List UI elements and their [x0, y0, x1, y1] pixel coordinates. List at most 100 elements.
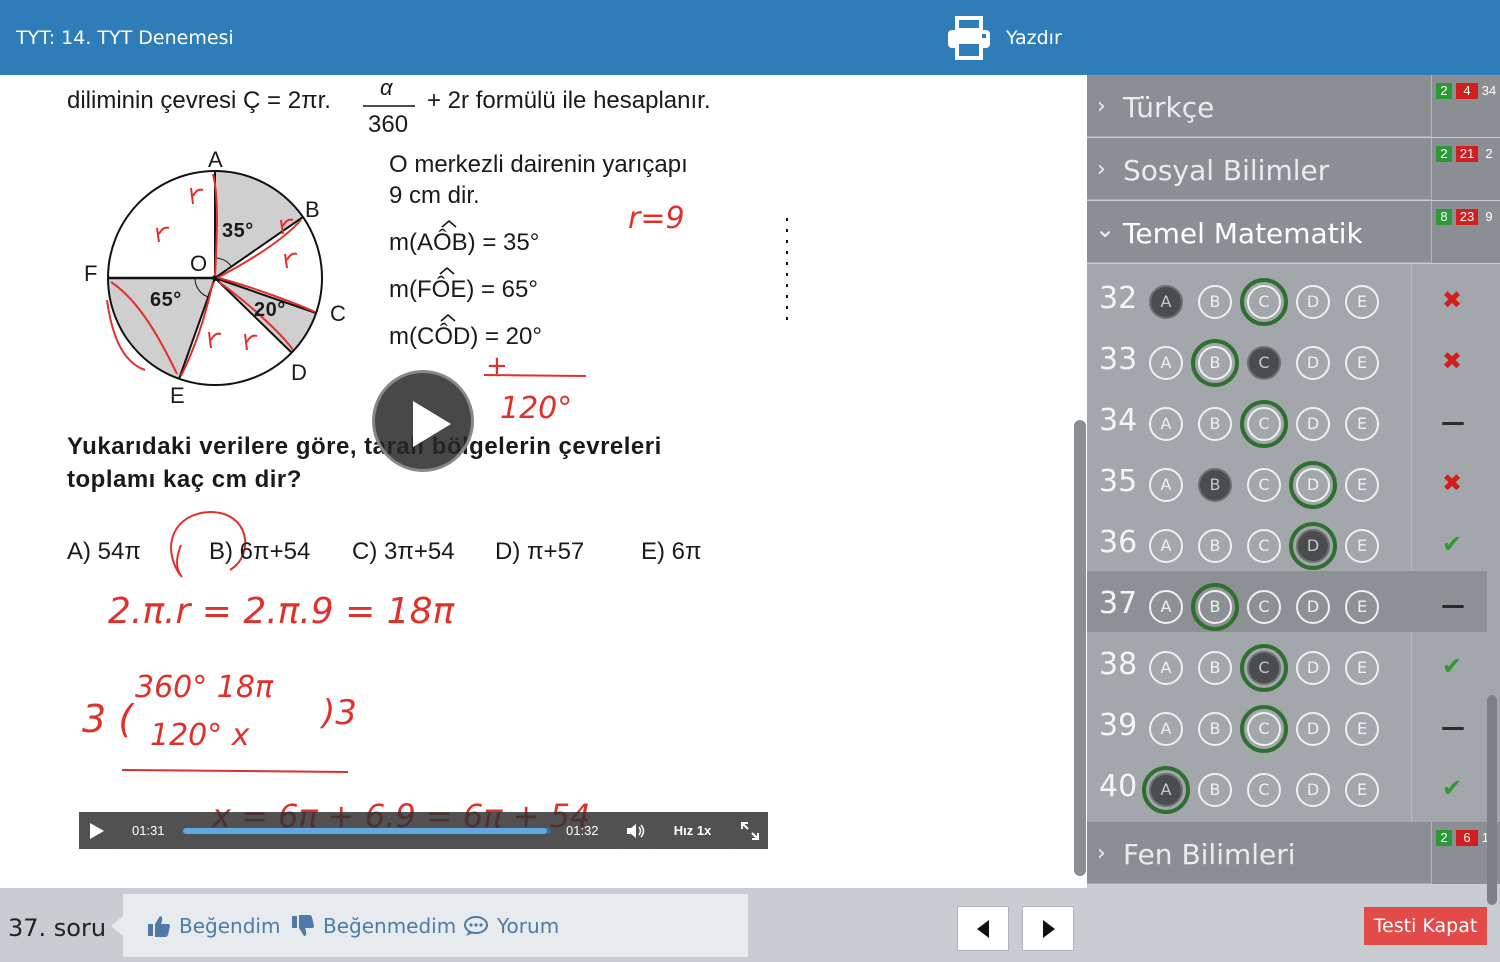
handwriting-three-right: )3 — [322, 693, 357, 733]
option-c[interactable]: C — [1240, 705, 1288, 753]
option-b[interactable]: B — [1198, 651, 1232, 685]
play-button[interactable] — [79, 812, 115, 849]
option-b[interactable]: B — [1198, 407, 1232, 441]
option-c[interactable]: C — [1247, 590, 1281, 624]
option-c[interactable]: C — [1240, 278, 1288, 326]
option-d[interactable]: D — [1296, 773, 1330, 807]
option-b[interactable]: B — [1191, 583, 1239, 631]
chevron-right-icon: › — [1097, 157, 1106, 182]
option-e[interactable]: E — [1345, 468, 1379, 502]
dislike-button[interactable]: Beğenmedim — [291, 914, 456, 938]
section-sosyal-bilimler[interactable]: › Sosyal Bilimler 2 21 2 — [1087, 138, 1500, 200]
handwriting-circumference: 2.π.r = 2.π.9 = 18π — [108, 591, 455, 632]
option-a[interactable]: A — [1149, 529, 1183, 563]
option-a[interactable]: A — [1142, 766, 1190, 814]
option-e[interactable]: E — [1345, 529, 1379, 563]
section-temel-matematik[interactable]: ⌄ Temel Matematik 8 23 9 — [1087, 201, 1500, 263]
option-a[interactable]: A — [1149, 651, 1183, 685]
wrong-count: 21 — [1456, 146, 1478, 162]
option-b[interactable]: B — [1198, 285, 1232, 319]
option-d[interactable]: D — [1296, 346, 1330, 380]
option-c[interactable]: C — [1240, 400, 1288, 448]
fullscreen-button[interactable] — [731, 812, 768, 849]
video-scrollbar[interactable] — [1074, 420, 1086, 876]
option-e[interactable]: E — [1345, 285, 1379, 319]
option-a[interactable]: A — [1149, 590, 1183, 624]
next-question-button[interactable] — [1022, 906, 1074, 951]
option-d[interactable]: D — [1296, 651, 1330, 685]
play-overlay-button[interactable] — [372, 370, 474, 472]
angle-label-35: 35° — [222, 220, 254, 242]
angle-label-20: 20° — [254, 299, 286, 321]
option-b[interactable]: B — [1198, 468, 1232, 502]
question-row-35[interactable]: 35 A B C D E ✖ — [1087, 449, 1487, 510]
question-row-37[interactable]: 37 A B C D E — — [1087, 571, 1487, 632]
option-a[interactable]: A — [1149, 285, 1183, 319]
feedback-bar: Beğendim Beğenmedim Yorum — [111, 894, 748, 957]
video-player[interactable]: diliminin çevresi Ç = 2πr. α 360 + 2r fo… — [0, 75, 1087, 888]
printer-icon — [948, 16, 990, 60]
info-line-1: O merkezli dairenin yarıçapı — [389, 151, 688, 178]
option-e[interactable]: E — [1345, 773, 1379, 807]
info-line-2: 9 cm dir. — [389, 182, 480, 209]
option-e[interactable]: E — [1345, 651, 1379, 685]
comment-label: Yorum — [497, 914, 560, 938]
option-b[interactable]: B — [1198, 529, 1232, 563]
circle-diagram — [106, 170, 323, 386]
figure-label-d: D — [291, 360, 307, 385]
question-row-39[interactable]: 39 A B C D E — — [1087, 693, 1487, 754]
option-c[interactable]: C — [1247, 346, 1281, 380]
option-a[interactable]: A — [1149, 468, 1183, 502]
option-e[interactable]: E — [1345, 590, 1379, 624]
question-row-38[interactable]: 38 A B C D E ✔ — [1087, 632, 1487, 693]
volume-button[interactable] — [617, 812, 655, 849]
thumbs-up-icon — [148, 916, 170, 937]
panel-scrollbar[interactable] — [1487, 695, 1497, 905]
option-e[interactable]: E — [1345, 712, 1379, 746]
option-d[interactable]: D — [1296, 285, 1330, 319]
question-row-33[interactable]: 33 A B C D E ✖ — [1087, 327, 1487, 388]
section-turkce[interactable]: › Türkçe 2 4 34 — [1087, 75, 1500, 137]
option-c[interactable]: C — [1247, 529, 1281, 563]
option-b[interactable]: B — [1191, 339, 1239, 387]
option-b[interactable]: B — [1198, 773, 1232, 807]
option-d[interactable]: D — [1296, 407, 1330, 441]
question-row-34[interactable]: 34 A B C D E — — [1087, 388, 1487, 449]
seek-bar[interactable] — [183, 828, 551, 834]
choice-a: A) 54π — [67, 538, 141, 565]
comment-button[interactable]: Yorum — [463, 914, 559, 938]
previous-question-button[interactable] — [957, 906, 1009, 951]
correct-count: 2 — [1436, 830, 1452, 846]
print-button[interactable]: Yazdır — [946, 14, 1062, 62]
question-row-40[interactable]: 40 A B C D E ✔ — [1087, 754, 1487, 815]
question-row-32[interactable]: 32 A B C D E ✖ — [1087, 266, 1487, 327]
option-c[interactable]: C — [1247, 468, 1281, 502]
option-a[interactable]: A — [1149, 346, 1183, 380]
option-a[interactable]: A — [1149, 407, 1183, 441]
close-test-button[interactable]: Testi Kapat — [1364, 907, 1487, 945]
figure-label-f: F — [84, 261, 98, 286]
question-row-number: 37 — [1099, 586, 1138, 621]
speed-button[interactable]: Hız 1x — [655, 812, 731, 849]
empty-count: 9 — [1485, 209, 1493, 224]
option-d[interactable]: D — [1296, 712, 1330, 746]
like-button[interactable]: Beğendim — [147, 914, 280, 938]
formula-line-end: + 2r formülü ile hesaplanır. — [427, 87, 711, 114]
option-a[interactable]: A — [1149, 712, 1183, 746]
option-b[interactable]: B — [1198, 712, 1232, 746]
correct-count: 8 — [1436, 209, 1452, 225]
option-d[interactable]: D — [1289, 522, 1337, 570]
section-fen-bilimleri[interactable]: › Fen Bilimleri 2 6 12 — [1087, 822, 1500, 884]
option-e[interactable]: E — [1345, 346, 1379, 380]
option-c[interactable]: C — [1247, 773, 1281, 807]
top-bar: TYT: 14. TYT Denemesi Yazdır — [0, 0, 1500, 75]
question-row-number: 34 — [1099, 403, 1138, 438]
question-row-36[interactable]: 36 A B C D E ✔ — [1087, 510, 1487, 571]
option-e[interactable]: E — [1345, 407, 1379, 441]
option-d[interactable]: D — [1296, 590, 1330, 624]
option-c[interactable]: C — [1240, 644, 1288, 692]
choice-e: E) 6π — [641, 538, 702, 565]
play-icon — [89, 822, 104, 839]
option-d[interactable]: D — [1289, 461, 1337, 509]
question-row-number: 36 — [1099, 525, 1138, 560]
